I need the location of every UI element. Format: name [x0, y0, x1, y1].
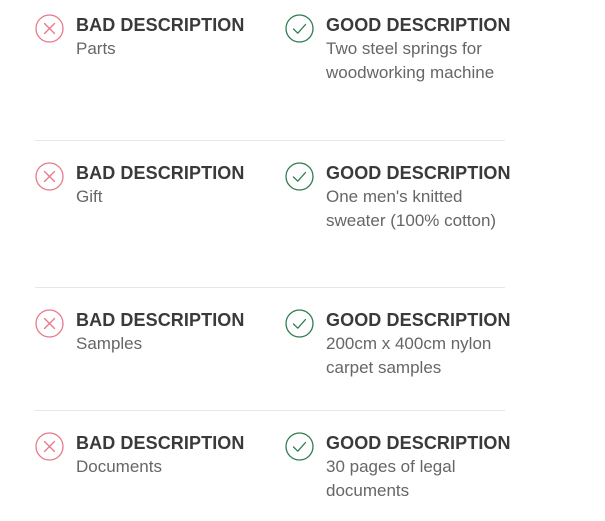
check-circle-icon	[285, 432, 314, 461]
x-circle-icon	[35, 309, 64, 338]
bad-description-heading: BAD DESCRIPTION	[76, 15, 245, 35]
good-description-heading: GOOD DESCRIPTION	[326, 433, 511, 453]
comparison-row: BAD DESCRIPTION Gift GOOD DESCRIPTION On…	[35, 141, 511, 288]
check-circle-icon	[285, 309, 314, 338]
x-circle-icon	[35, 162, 64, 191]
x-circle-icon	[35, 14, 64, 43]
bad-description-heading: BAD DESCRIPTION	[76, 163, 245, 183]
good-description-text: Two steel springs for woodworking machin…	[326, 39, 495, 82]
good-description-heading: GOOD DESCRIPTION	[326, 310, 511, 330]
bad-description-heading: BAD DESCRIPTION	[76, 433, 245, 453]
check-circle-icon	[285, 162, 314, 191]
x-circle-icon	[35, 432, 64, 461]
good-description-heading: GOOD DESCRIPTION	[326, 15, 511, 35]
bad-description-heading: BAD DESCRIPTION	[76, 310, 245, 330]
comparison-row: BAD DESCRIPTION Documents GOOD DESCRIPTI…	[35, 411, 511, 521]
bad-description-text: Documents	[76, 457, 162, 476]
bad-description-text: Gift	[76, 187, 103, 206]
description-comparison-list: BAD DESCRIPTION Parts GOOD DESCRIPTION T…	[35, 13, 511, 521]
comparison-row: BAD DESCRIPTION Samples GOOD DESCRIPTION…	[35, 288, 511, 411]
bad-description-text: Parts	[76, 39, 116, 58]
good-description-text: 200cm x 400cm nylon carpet samples	[326, 334, 492, 377]
good-description-text: 30 pages of legal documents	[326, 457, 456, 500]
comparison-row: BAD DESCRIPTION Parts GOOD DESCRIPTION T…	[35, 13, 511, 141]
good-description-text: One men's knitted sweater (100% cotton)	[326, 187, 497, 230]
good-description-heading: GOOD DESCRIPTION	[326, 163, 511, 183]
check-circle-icon	[285, 14, 314, 43]
bad-description-text: Samples	[76, 334, 143, 353]
